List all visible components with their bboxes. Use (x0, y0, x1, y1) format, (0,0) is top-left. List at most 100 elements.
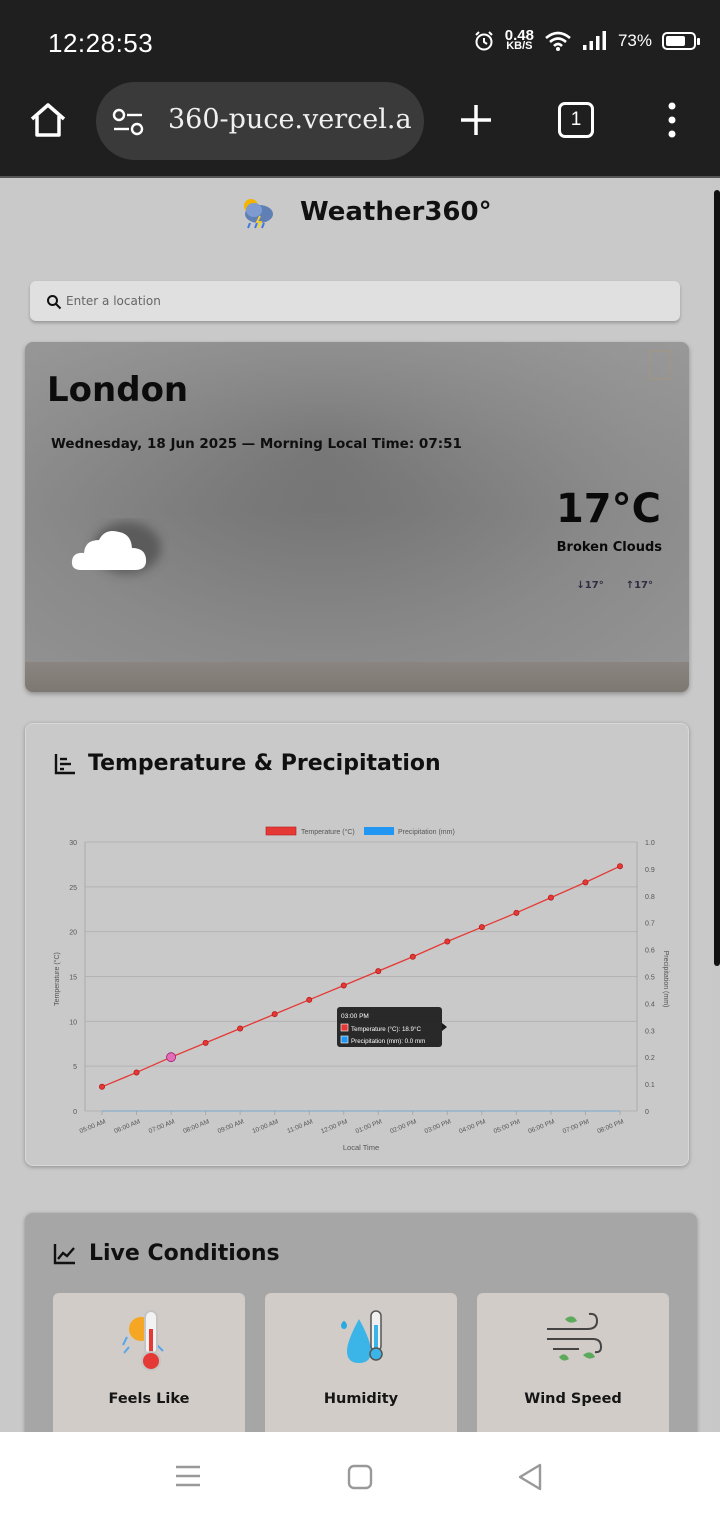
home-icon[interactable] (28, 100, 68, 140)
chart-tooltip-temp: Temperature (°C): 18.9°C (351, 1026, 421, 1033)
y-tick-label: 15 (69, 975, 77, 982)
temperature-point (271, 1011, 278, 1018)
net-speed-unit: KB/S (506, 40, 533, 52)
x-tick-label: 12:00 PM (320, 1118, 348, 1135)
legend-precipitation-label: Precipitation (mm) (398, 829, 455, 836)
y2-tick-label: 0.9 (645, 867, 655, 874)
tooltip-temp-swatch (340, 1023, 349, 1032)
x-tick-label: 04:00 PM (458, 1118, 486, 1135)
y2-tick-label: 1.0 (645, 840, 655, 847)
y2-tick-label: 0.5 (645, 975, 655, 982)
x-tick-label: 03:00 PM (424, 1118, 452, 1135)
y2-tick-label: 0.3 (645, 1028, 655, 1035)
chart-tooltip-arrow (442, 1023, 447, 1031)
city-name: London (47, 370, 189, 410)
temperature-point (133, 1069, 140, 1076)
x-tick-label: 08:00 PM (596, 1118, 624, 1135)
status-icons: 0.48 KB/S 73% (473, 28, 700, 52)
wind-speed-tile[interactable]: Wind Speed (477, 1293, 669, 1432)
temperature-point (237, 1025, 244, 1032)
y2-tick-label: 0.1 (645, 1082, 655, 1089)
live-section-title-text: Live Conditions (89, 1241, 280, 1266)
temperature-precipitation-card: Temperature & Precipitation 0 5 10 15 20 25 30… (25, 723, 689, 1166)
thermometer-sun-icon (122, 1310, 164, 1371)
local-datetime: Wednesday, 18 Jun 2025 — Morning Local T… (51, 436, 462, 452)
y-tick-label: 25 (69, 885, 77, 892)
x-tick-label: 07:00 AM (148, 1118, 176, 1135)
back-icon[interactable] (516, 1462, 544, 1492)
y2-tick-label: 0.4 (645, 1001, 655, 1008)
x-tick-label: 07:00 PM (562, 1118, 590, 1135)
temperature-point (99, 1083, 106, 1090)
temperature-point (340, 982, 347, 989)
x-tick-label: 01:00 PM (355, 1118, 383, 1135)
temperature-point (375, 968, 382, 975)
location-search (30, 281, 680, 321)
x-tick-label: 10:00 AM (251, 1118, 279, 1135)
site-settings-icon[interactable] (112, 108, 144, 136)
x-tick-label: 06:00 PM (527, 1118, 555, 1135)
url-text[interactable]: 360-puce.vercel.app (168, 104, 412, 135)
browser-toolbar: 360-puce.vercel.app 1 (0, 82, 720, 178)
temperature-point (513, 909, 520, 916)
wifi-icon (545, 31, 571, 51)
temperature-point (409, 953, 416, 960)
wind-leaves-icon (547, 1312, 603, 1361)
line-chart-icon (53, 1243, 75, 1264)
humidity-tile[interactable]: Humidity (265, 1293, 457, 1432)
temperature-point (582, 879, 589, 886)
temperature-precipitation-chart[interactable]: 0 5 10 15 20 25 30 0 0.1 0.2 0.3 0.4 0.5 0.6 0.7 0.8 0.9… (26, 724, 690, 1167)
y2-tick-label: 0.7 (645, 921, 655, 928)
humidity-drop-icon (341, 1310, 383, 1363)
min-max-temps: ↓17° ↑17° (576, 580, 653, 591)
y-tick-label: 10 (69, 1019, 77, 1026)
signal-icon (582, 31, 606, 50)
status-time: 12:28:53 (48, 28, 154, 58)
more-menu-icon[interactable] (664, 102, 680, 138)
y2-axis-title: Precipitation (mm) (662, 951, 669, 1008)
current-temperature: 17°C (555, 486, 661, 532)
chart-tooltip-title: 03:00 PM (341, 1013, 369, 1020)
max-temp: ↑17° (625, 580, 653, 591)
temperature-point (444, 938, 451, 945)
live-conditions-card: Live Conditions Feels Like Humidity Wind… (25, 1213, 697, 1432)
y-tick-label: 5 (73, 1064, 77, 1071)
battery-percent: 73% (617, 31, 652, 50)
x-tick-label: 09:00 AM (217, 1118, 245, 1135)
feels-like-tile[interactable]: Feels Like (53, 1293, 245, 1432)
home-button-icon[interactable] (347, 1464, 373, 1490)
system-nav-bar (0, 1432, 720, 1520)
legend-temperature-swatch (265, 826, 297, 836)
y2-tick-label: 0 (645, 1109, 649, 1116)
tab-switcher-button[interactable]: 1 (558, 102, 594, 138)
weather-logo-icon (244, 199, 273, 229)
alarm-icon (475, 31, 493, 51)
temperature-point (166, 1052, 176, 1063)
chart-tooltip-precip: Precipitation (mm): 0.0 mm (351, 1038, 425, 1045)
min-temp: ↓17° (576, 580, 604, 591)
x-tick-label: 08:00 AM (182, 1118, 210, 1135)
y-axis-title: Temperature (°C) (53, 952, 61, 1006)
new-tab-icon[interactable] (458, 102, 494, 138)
bookmark-icon[interactable] (649, 350, 671, 380)
legend-precipitation-swatch (364, 827, 394, 835)
temperature-point (547, 894, 554, 901)
net-speed: 0.48 KB/S (505, 28, 534, 52)
cloud-icon (71, 522, 161, 574)
x-tick-label: 05:00 AM (79, 1118, 107, 1135)
app-title: Weather360° (300, 197, 492, 227)
x-axis-title: Local Time (343, 1143, 379, 1152)
search-icon (47, 295, 62, 310)
address-bar[interactable]: 360-puce.vercel.app (96, 82, 424, 160)
live-section-title: Live Conditions (53, 1241, 280, 1266)
humidity-label: Humidity (323, 1391, 399, 1407)
y-tick-label: 20 (69, 930, 77, 937)
current-weather-card: London Wednesday, 18 Jun 2025 — Morning … (25, 342, 689, 692)
temperature-point (202, 1039, 209, 1046)
page-scrollbar[interactable] (714, 190, 720, 966)
location-search-input[interactable] (66, 281, 666, 321)
temperature-point (306, 996, 313, 1003)
temperature-point (617, 863, 624, 870)
y2-tick-label: 0.8 (645, 894, 655, 901)
recent-apps-icon[interactable] (174, 1464, 202, 1488)
